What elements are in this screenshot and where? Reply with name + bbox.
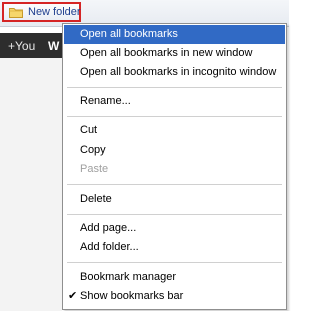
bookmark-folder-new-folder[interactable]: New folder bbox=[2, 2, 81, 22]
google-bar: +You W bbox=[0, 33, 62, 58]
menu-separator bbox=[67, 184, 282, 185]
menu-item-delete[interactable]: Delete bbox=[64, 190, 285, 209]
menu-item-open-all-bookmarks[interactable]: Open all bookmarks bbox=[64, 25, 285, 44]
menu-item-paste: Paste bbox=[80, 163, 109, 175]
google-bar-partial-link[interactable]: W bbox=[48, 39, 59, 53]
menu-item-add-page[interactable]: Add page... bbox=[64, 219, 285, 238]
menu-separator bbox=[67, 87, 282, 88]
menu-item-open-all-incognito[interactable]: Open all bookmarks in incognito window bbox=[64, 63, 285, 82]
menu-item-copy[interactable]: Copy bbox=[64, 141, 285, 160]
folder-icon bbox=[9, 7, 23, 18]
menu-separator bbox=[67, 116, 282, 117]
menu-item-label: Show bookmarks bar bbox=[80, 290, 184, 302]
menu-item-rename[interactable]: Rename... bbox=[64, 92, 285, 111]
menu-separator bbox=[67, 262, 282, 263]
menu-separator bbox=[67, 214, 282, 215]
menu-item-cut[interactable]: Cut bbox=[64, 121, 285, 140]
page-background bbox=[0, 58, 62, 311]
menu-item-add-folder[interactable]: Add folder... bbox=[64, 238, 285, 257]
google-plus-you-link[interactable]: +You bbox=[8, 39, 35, 53]
menu-item-show-bookmarks-bar[interactable]: ✔ Show bookmarks bar bbox=[64, 287, 285, 306]
bookmark-folder-context-menu: Open all bookmarks Open all bookmarks in… bbox=[62, 23, 287, 310]
menu-item-open-all-new-window[interactable]: Open all bookmarks in new window bbox=[64, 44, 285, 63]
menu-item-bookmark-manager[interactable]: Bookmark manager bbox=[64, 268, 285, 287]
checkmark-icon: ✔ bbox=[68, 290, 78, 302]
bookmark-folder-label: New folder bbox=[28, 6, 81, 18]
